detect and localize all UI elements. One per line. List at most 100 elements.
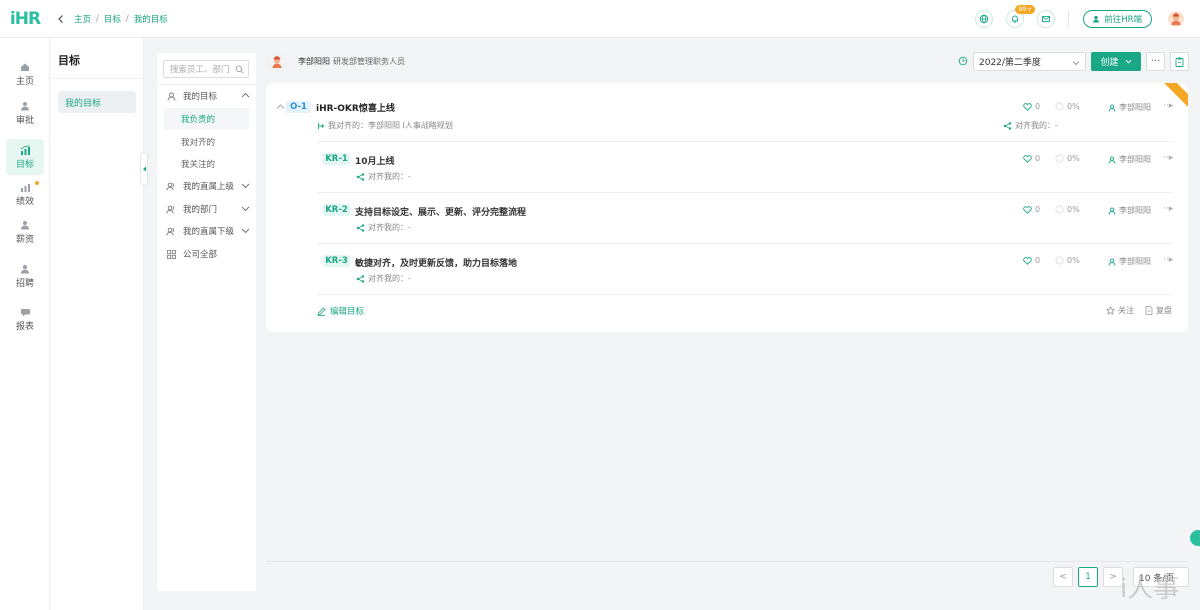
heart-icon xyxy=(1023,154,1032,163)
nav-item-recruitment[interactable]: 招聘 xyxy=(6,258,44,294)
filter-label: 我的直属上级 xyxy=(183,182,235,192)
prev-page-button[interactable]: < xyxy=(1053,567,1073,587)
mail-icon xyxy=(1042,16,1051,22)
user-avatar[interactable] xyxy=(1168,11,1184,27)
logo[interactable]: iHR xyxy=(0,0,50,38)
objective-menu-icon[interactable]: ··▸ xyxy=(1163,101,1173,111)
filter-company-all[interactable]: 公司全部 xyxy=(166,246,250,262)
unread-dot xyxy=(35,181,39,185)
filter-label: 我的部门 xyxy=(183,205,218,215)
main-sidebar: 主页 审批 目标 绩效 薪资 招聘 报表 xyxy=(0,38,50,610)
divider xyxy=(157,84,256,85)
filter-label: 公司全部 xyxy=(183,250,218,260)
objective-row[interactable]: O-1 iHR-OKR惊喜上线 xyxy=(276,100,1176,114)
kr-title[interactable]: 敏捷对齐，及时更新反馈，助力目标落地 xyxy=(355,256,517,269)
review-label: 复盘 xyxy=(1156,306,1172,315)
nav-item-salary[interactable]: 薪资 xyxy=(6,214,44,250)
filter-my-responsible[interactable]: 我负责的 xyxy=(164,108,249,130)
more-button[interactable]: ··· xyxy=(1146,52,1165,71)
share-icon xyxy=(356,223,365,232)
clock-icon xyxy=(958,56,968,66)
like-count[interactable]: 0 xyxy=(1023,154,1040,163)
nav-item-home[interactable]: 主页 xyxy=(6,56,44,92)
chevron-up-icon[interactable] xyxy=(276,103,285,110)
user-icon xyxy=(21,220,29,229)
create-button[interactable]: 创建 xyxy=(1091,52,1141,71)
divider xyxy=(317,192,1173,193)
caret-left-icon xyxy=(142,166,146,172)
filter-my-followed[interactable]: 我关注的 xyxy=(164,153,249,175)
go-to-hr-button[interactable]: 前往HR端 xyxy=(1083,10,1152,28)
nav-item-performance[interactable]: 绩效 xyxy=(6,176,44,212)
more-label: ··· xyxy=(1150,56,1161,67)
kr-title[interactable]: 支持目标设定、展示、更新、评分完整流程 xyxy=(355,205,526,218)
kr-menu-icon[interactable]: ··▸ xyxy=(1163,255,1173,265)
filter-my-department[interactable]: 我的部门 xyxy=(166,201,250,217)
users-icon xyxy=(166,182,175,191)
message-icon xyxy=(20,309,30,317)
aligned-to-info: 我对齐的：李部阳阳 I人事战略规划 xyxy=(317,120,453,131)
user-outline-icon xyxy=(1108,103,1116,112)
header-divider xyxy=(1068,10,1070,28)
kr-menu-icon[interactable]: ··▸ xyxy=(1163,204,1173,214)
nav-item-approval[interactable]: 审批 xyxy=(6,95,44,131)
kr-tag: KR-2 xyxy=(323,204,350,216)
users-icon xyxy=(166,205,175,214)
bell-icon xyxy=(1012,15,1019,23)
nav-item-reports[interactable]: 报表 xyxy=(6,302,44,338)
search-input[interactable]: 搜索员工、部门 xyxy=(163,60,249,78)
aligned-me-text: 对齐我的：- xyxy=(368,172,411,181)
filter-my-goals[interactable]: 我的目标 xyxy=(166,88,250,104)
filter-direct-subordinates[interactable]: 我的直属下级 xyxy=(166,223,250,239)
breadcrumb-my-goals[interactable]: 我的目标 xyxy=(134,13,168,25)
kr-menu-icon[interactable]: ··▸ xyxy=(1163,153,1173,163)
breadcrumb-home[interactable]: 主页 xyxy=(74,13,91,25)
owner-avatar[interactable] xyxy=(266,51,288,73)
kr-title[interactable]: 10月上线 xyxy=(355,154,395,167)
follow-button[interactable]: 关注 xyxy=(1106,305,1134,316)
filter-direct-superior[interactable]: 我的直属上级 xyxy=(166,178,250,194)
home-icon xyxy=(21,63,29,71)
collapse-panel-handle[interactable] xyxy=(140,152,148,186)
like-value: 0 xyxy=(1035,154,1041,163)
nav-item-label: 报表 xyxy=(15,322,34,332)
like-count[interactable]: 0 xyxy=(1023,102,1040,111)
chevron-up-icon xyxy=(241,92,250,98)
globe-button[interactable] xyxy=(975,10,994,28)
objective-tag: O-1 xyxy=(286,101,311,113)
back-arrow-icon[interactable] xyxy=(56,14,66,24)
breadcrumb-goals[interactable]: 目标 xyxy=(104,13,121,25)
floating-help-button[interactable] xyxy=(1190,530,1200,546)
progress-indicator: 0% xyxy=(1055,256,1080,265)
chart-icon xyxy=(20,144,30,155)
mail-button[interactable] xyxy=(1037,10,1056,28)
review-button[interactable]: 复盘 xyxy=(1145,305,1172,316)
objective-owner[interactable]: 李部阳阳 xyxy=(1108,102,1151,113)
like-count[interactable]: 0 xyxy=(1023,205,1040,214)
kr-owner[interactable]: 李部阳阳 xyxy=(1108,256,1151,267)
breadcrumb: 主页 / 目标 / 我的目标 xyxy=(74,13,168,25)
goal-filter-panel: 搜索员工、部门 我的目标 我负责的 我对齐的 我关注的 我的直属上级 我的部门 … xyxy=(157,53,256,591)
filter-my-aligned[interactable]: 我对齐的 xyxy=(164,131,249,153)
document-button[interactable] xyxy=(1170,52,1189,71)
objective-title[interactable]: iHR-OKR惊喜上线 xyxy=(316,101,395,114)
edit-goal-link[interactable]: 编辑目标 xyxy=(317,305,364,317)
users-icon xyxy=(166,227,175,236)
kr-owner[interactable]: 李部阳阳 xyxy=(1108,154,1151,165)
like-count[interactable]: 0 xyxy=(1023,256,1040,265)
pencil-icon xyxy=(317,306,326,316)
link-icon xyxy=(318,122,325,129)
subnav-item-my-goals[interactable]: 我的目标 xyxy=(58,91,136,113)
progress-ring-icon xyxy=(1055,154,1064,163)
page-number-1[interactable]: 1 xyxy=(1078,567,1098,587)
user-outline-icon xyxy=(1108,155,1116,164)
divider xyxy=(317,243,1173,244)
nav-item-label: 目标 xyxy=(15,159,34,170)
filter-label: 我的直属下级 xyxy=(183,227,235,237)
okr-card: O-1 iHR-OKR惊喜上线 0 0% 李部阳阳 ··▸ 我对齐的：李部阳阳 … xyxy=(266,83,1188,332)
search-placeholder: 搜索员工、部门 xyxy=(170,65,230,75)
notification-button[interactable]: 99+ xyxy=(1006,5,1035,28)
kr-owner[interactable]: 李部阳阳 xyxy=(1108,205,1151,216)
nav-item-goals[interactable]: 目标 xyxy=(6,139,44,175)
period-select[interactable]: 2022/第二季度 xyxy=(973,52,1086,71)
